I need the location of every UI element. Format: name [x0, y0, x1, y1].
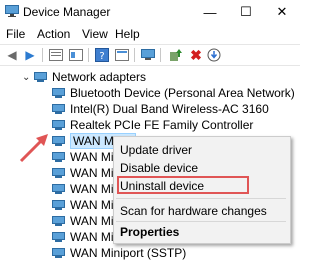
device-item[interactable]: Bluetooth Device (Personal Area Network) — [52, 85, 295, 101]
device-label: Intel(R) Dual Band Wireless-AC 3160 — [70, 102, 269, 116]
device-manager-icon — [5, 5, 19, 17]
device-label: Realtek PCIe FE Family Controller — [70, 118, 254, 132]
network-adapter-icon — [52, 199, 65, 210]
menu-view[interactable]: View — [82, 27, 108, 41]
device-label: WAN Miniport (SSTP) — [70, 246, 187, 260]
menu-file[interactable]: File — [6, 27, 25, 41]
network-adapter-icon — [52, 103, 65, 114]
menu-uninstall-device[interactable]: Uninstall device — [120, 179, 204, 193]
network-adapter-icon — [52, 151, 65, 162]
chevron-down-icon[interactable]: ⌄ — [22, 72, 34, 83]
menu-action[interactable]: Action — [37, 27, 70, 41]
annotation-arrow-icon — [19, 134, 48, 163]
svg-text:?: ? — [99, 51, 104, 62]
device-item[interactable]: WAN Miniport (SSTP) — [52, 245, 186, 261]
network-adapter-icon — [52, 119, 65, 130]
menu-bar: File Action View Help — [0, 24, 300, 44]
uninstall-icon[interactable]: ✖ — [188, 47, 204, 63]
show-hidden-icon[interactable] — [68, 47, 84, 63]
resources-icon[interactable] — [114, 47, 130, 63]
title-bar: Device Manager — ☐ ✕ — [0, 0, 300, 24]
properties-icon[interactable] — [48, 47, 64, 63]
network-adapter-icon — [52, 215, 65, 226]
device-item[interactable]: Realtek PCIe FE Family Controller — [52, 117, 253, 133]
context-menu-separator — [116, 221, 286, 222]
network-adapter-icon — [52, 183, 65, 194]
menu-scan-hardware[interactable]: Scan for hardware changes — [120, 204, 267, 218]
forward-icon[interactable]: ▶ — [22, 47, 38, 63]
back-icon[interactable]: ◀ — [4, 47, 20, 63]
toolbar-separator — [160, 48, 161, 62]
scan-icon[interactable] — [206, 47, 222, 63]
device-label: Bluetooth Device (Personal Area Network) — [70, 86, 295, 100]
menu-properties[interactable]: Properties — [120, 225, 179, 239]
menu-update-driver[interactable]: Update driver — [120, 143, 192, 157]
context-menu: Update driver Disable device Uninstall d… — [113, 136, 291, 244]
toolbar-separator — [134, 48, 135, 62]
toolbar-separator — [88, 48, 89, 62]
help-icon[interactable]: ? — [94, 47, 110, 63]
window-title: Device Manager — [23, 5, 111, 19]
update-driver-icon[interactable] — [168, 47, 184, 63]
menu-disable-device[interactable]: Disable device — [120, 161, 198, 175]
maximize-button[interactable]: ☐ — [228, 0, 264, 24]
network-adapter-icon — [34, 71, 47, 82]
network-adapter-icon — [52, 247, 65, 258]
network-adapter-icon — [52, 87, 65, 98]
menu-help[interactable]: Help — [115, 27, 140, 41]
monitor-icon[interactable] — [140, 47, 156, 63]
network-adapter-icon — [52, 135, 65, 146]
minimize-button[interactable]: — — [192, 0, 228, 24]
device-item[interactable]: Intel(R) Dual Band Wireless-AC 3160 — [52, 101, 269, 117]
network-adapter-icon — [52, 167, 65, 178]
category-label: Network adapters — [52, 70, 147, 84]
window-controls: — ☐ ✕ — [192, 0, 300, 24]
close-button[interactable]: ✕ — [264, 0, 300, 24]
toolbar-separator — [42, 48, 43, 62]
network-adapter-icon — [52, 231, 65, 242]
category-network-adapters[interactable]: ⌄ Network adapters — [22, 69, 146, 85]
context-menu-separator — [116, 198, 286, 199]
toolbar: ◀ ▶ ? ✖ — [0, 44, 300, 66]
